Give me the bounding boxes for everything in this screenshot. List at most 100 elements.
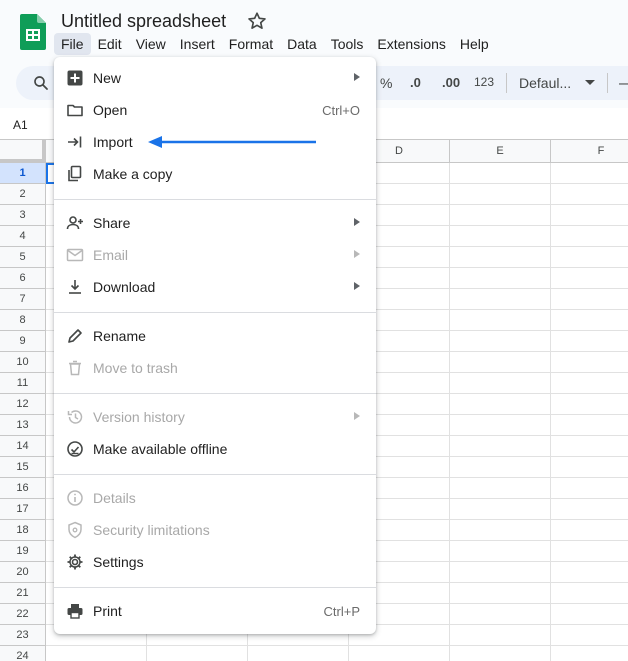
submenu-arrow-icon <box>354 218 360 226</box>
increase-decimal-button[interactable]: .00 <box>442 75 460 90</box>
menu-help[interactable]: Help <box>453 33 496 55</box>
row-header[interactable]: 22 <box>0 604 46 625</box>
menu-item-print[interactable]: Print Ctrl+P <box>54 595 376 627</box>
menu-tools[interactable]: Tools <box>324 33 371 55</box>
mail-icon <box>66 248 84 262</box>
toolbar-divider <box>506 73 507 93</box>
menu-item-label: Make available offline <box>93 441 228 457</box>
menu-divider <box>54 474 376 475</box>
search-icon[interactable] <box>32 74 50 92</box>
row-header[interactable]: 17 <box>0 499 46 520</box>
menu-item-security-limitations[interactable]: Security limitations <box>54 514 376 546</box>
row-gridline <box>46 645 628 646</box>
gear-icon <box>67 554 83 570</box>
row-header[interactable]: 9 <box>0 331 46 352</box>
title-bar: Untitled spreadsheet File Edit View Inse… <box>0 0 628 62</box>
submenu-arrow-icon <box>354 412 360 420</box>
row-header[interactable]: 19 <box>0 541 46 562</box>
submenu-arrow-icon <box>354 250 360 258</box>
menu-item-label: Settings <box>93 554 144 570</box>
pencil-icon <box>68 329 82 343</box>
info-icon <box>67 490 83 506</box>
menu-item-label: New <box>93 70 122 86</box>
menu-data[interactable]: Data <box>280 33 324 55</box>
number-format-button[interactable]: 123 <box>474 75 494 89</box>
star-icon[interactable] <box>246 10 268 32</box>
column-header-f[interactable]: F <box>551 140 628 163</box>
menu-divider <box>54 312 376 313</box>
copy-icon <box>68 165 82 182</box>
row-header[interactable]: 20 <box>0 562 46 583</box>
name-box[interactable]: A1 <box>13 118 28 132</box>
printer-icon <box>67 604 83 619</box>
row-header[interactable]: 10 <box>0 352 46 373</box>
row-header[interactable]: 8 <box>0 310 46 331</box>
trash-icon <box>69 360 81 376</box>
column-gridline <box>550 163 551 661</box>
row-header[interactable]: 23 <box>0 625 46 646</box>
row-header[interactable]: 7 <box>0 289 46 310</box>
menu-item-version-history[interactable]: Version history <box>54 401 376 433</box>
menu-item-open[interactable]: Open Ctrl+O <box>54 94 376 126</box>
menu-item-rename[interactable]: Rename <box>54 320 376 352</box>
select-all-corner[interactable] <box>0 140 46 163</box>
row-header[interactable]: 2 <box>0 184 46 205</box>
chevron-down-icon[interactable] <box>585 80 595 85</box>
menu-format[interactable]: Format <box>222 33 280 55</box>
sheets-logo-icon[interactable] <box>20 14 46 50</box>
menu-item-settings[interactable]: Settings <box>54 546 376 578</box>
row-header[interactable]: 14 <box>0 436 46 457</box>
menu-extensions[interactable]: Extensions <box>370 33 452 55</box>
row-header[interactable]: 6 <box>0 268 46 289</box>
row-header[interactable]: 4 <box>0 226 46 247</box>
menu-item-label: Share <box>93 215 131 231</box>
row-header[interactable]: 1 <box>0 163 46 184</box>
menu-view[interactable]: View <box>129 33 173 55</box>
menu-item-label: Make a copy <box>93 166 173 182</box>
font-size-decrease-button[interactable]: — <box>619 75 628 93</box>
menu-item-label: Email <box>93 247 129 263</box>
menu-file[interactable]: File <box>54 33 91 55</box>
font-select[interactable]: Defaul... <box>519 75 571 91</box>
sheets-window: Untitled spreadsheet File Edit View Inse… <box>0 0 628 661</box>
row-header[interactable]: 15 <box>0 457 46 478</box>
row-header[interactable]: 11 <box>0 373 46 394</box>
shortcut-text: Ctrl+O <box>322 103 360 118</box>
column-header-e[interactable]: E <box>450 140 551 163</box>
menu-item-new[interactable]: New <box>54 62 376 94</box>
row-header[interactable]: 16 <box>0 478 46 499</box>
decrease-decimal-button[interactable]: .0 <box>410 75 421 90</box>
menu-item-label: Move to trash <box>93 360 178 376</box>
history-icon <box>67 410 83 424</box>
menu-item-label: Security limitations <box>93 522 210 538</box>
percent-format-button[interactable]: % <box>380 75 392 91</box>
menu-item-label: Print <box>93 603 122 619</box>
plus-icon <box>67 70 83 86</box>
menu-item-label: Version history <box>93 409 185 425</box>
row-header[interactable]: 18 <box>0 520 46 541</box>
menu-item-label: Import <box>93 134 133 150</box>
menu-divider <box>54 587 376 588</box>
menu-edit[interactable]: Edit <box>91 33 129 55</box>
menu-item-details[interactable]: Details <box>54 482 376 514</box>
row-header[interactable]: 5 <box>0 247 46 268</box>
download-icon <box>69 280 81 294</box>
menu-item-share[interactable]: Share <box>54 207 376 239</box>
menu-item-make-a-copy[interactable]: Make a copy <box>54 158 376 190</box>
menu-item-label: Rename <box>93 328 146 344</box>
row-header[interactable]: 24 <box>0 646 46 661</box>
document-title[interactable]: Untitled spreadsheet <box>61 11 226 32</box>
menu-item-label: Details <box>93 490 136 506</box>
menu-item-move-to-trash[interactable]: Move to trash <box>54 352 376 384</box>
submenu-arrow-icon <box>354 73 360 81</box>
row-header[interactable]: 12 <box>0 394 46 415</box>
menu-item-make-available-offline[interactable]: Make available offline <box>54 433 376 465</box>
menu-item-email[interactable]: Email <box>54 239 376 271</box>
column-gridline <box>449 163 450 661</box>
menu-item-download[interactable]: Download <box>54 271 376 303</box>
submenu-arrow-icon <box>354 282 360 290</box>
row-header[interactable]: 3 <box>0 205 46 226</box>
row-header[interactable]: 21 <box>0 583 46 604</box>
row-header[interactable]: 13 <box>0 415 46 436</box>
menu-insert[interactable]: Insert <box>173 33 222 55</box>
